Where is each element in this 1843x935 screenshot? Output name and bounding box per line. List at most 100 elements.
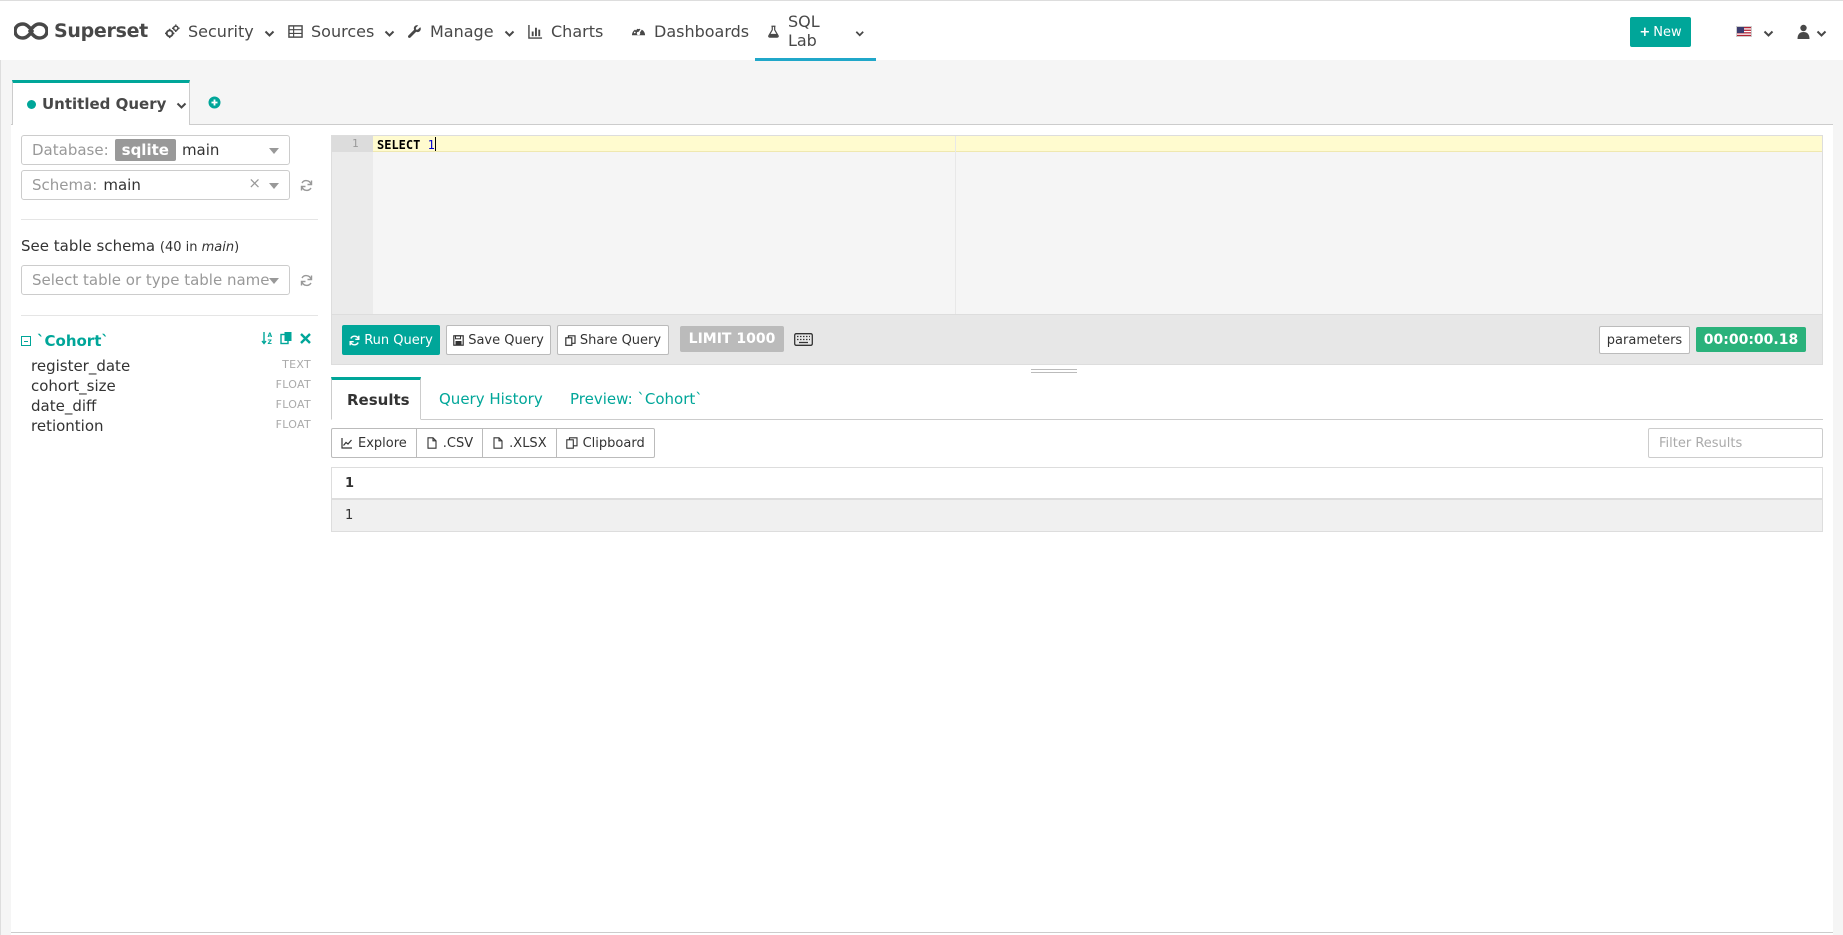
database-select-placeholder: Database: xyxy=(32,141,109,159)
nav-sql-lab-label: SQL Lab xyxy=(787,12,820,50)
table-cell: 1 xyxy=(345,508,354,523)
clear-icon[interactable]: × xyxy=(248,174,261,192)
editor-gutter xyxy=(332,136,373,314)
file-icon xyxy=(493,437,503,449)
query-status-dot xyxy=(27,99,36,109)
gears-icon xyxy=(165,23,180,38)
sidebar-divider xyxy=(21,219,318,220)
column-row: cohort_size FLOAT xyxy=(31,377,311,397)
xlsx-label: .XLSX xyxy=(509,435,547,451)
nav-dashboards-label: Dashboards xyxy=(654,21,750,41)
database-select[interactable]: Database: sqlite main xyxy=(21,135,290,165)
table-header: 1 xyxy=(332,468,1822,500)
sql-editor[interactable]: 1 SELECT 1 xyxy=(331,135,1823,315)
refresh-schema-icon[interactable] xyxy=(300,179,313,192)
explore-button[interactable]: Explore xyxy=(331,428,417,458)
column-name: retiontion xyxy=(31,417,104,435)
chevron-down-icon[interactable] xyxy=(176,100,187,111)
sort-columns-icon[interactable]: AZ xyxy=(261,331,274,345)
bar-chart-icon xyxy=(528,24,543,39)
database-backend-tag: sqlite xyxy=(114,139,176,161)
nav-security-label: Security xyxy=(188,21,254,41)
svg-text:A: A xyxy=(268,332,273,339)
column-name: cohort_size xyxy=(31,377,116,395)
close-icon[interactable] xyxy=(299,331,312,345)
plus-icon: + xyxy=(1639,24,1651,40)
table-icon xyxy=(288,24,303,38)
copy-select-icon[interactable] xyxy=(280,331,293,345)
save-query-button[interactable]: Save Query xyxy=(446,325,551,355)
copy-clipboard-button[interactable]: Clipboard xyxy=(555,428,655,458)
limit-dropdown[interactable]: LIMIT 1000 xyxy=(680,326,784,352)
nav-manage[interactable]: Manage xyxy=(407,1,515,61)
brand[interactable]: Superset xyxy=(14,17,148,45)
nav-sources[interactable]: Sources xyxy=(288,1,395,61)
share-query-label: Share Query xyxy=(579,332,662,348)
caret-down-icon xyxy=(269,278,279,284)
nav-charts-label: Charts xyxy=(551,21,604,41)
add-tab-icon[interactable] xyxy=(208,96,221,109)
text-cursor xyxy=(434,137,436,151)
download-xlsx-button[interactable]: .XLSX xyxy=(482,428,557,458)
table-count-schema: main xyxy=(201,240,235,255)
schema-select[interactable]: Schema: main × xyxy=(21,170,290,200)
tab-results[interactable]: Results xyxy=(331,377,421,420)
sql-keyword: SELECT xyxy=(377,138,421,152)
column-type: FLOAT xyxy=(275,378,311,391)
sql-literal: 1 xyxy=(427,138,435,152)
column-header[interactable]: 1 xyxy=(345,476,354,491)
column-type: TEXT xyxy=(282,358,311,371)
table-schema-header[interactable]: `Cohort` xyxy=(21,332,109,350)
table-count-prefix: (40 in xyxy=(159,240,202,255)
new-button-label: New xyxy=(1653,24,1682,40)
chevron-down-icon[interactable] xyxy=(1763,28,1774,39)
see-table-schema-text: See table schema xyxy=(21,237,156,255)
nav-charts[interactable]: Charts xyxy=(528,1,603,61)
wrench-icon xyxy=(407,24,421,38)
filter-results-input[interactable] xyxy=(1648,428,1823,458)
parameters-label: parameters xyxy=(1606,332,1683,348)
tab-query-history[interactable]: Query History xyxy=(424,377,558,420)
active-line-highlight xyxy=(373,136,1822,152)
query-tab-untitled[interactable]: Untitled Query xyxy=(12,80,190,125)
code-line[interactable]: SELECT 1 xyxy=(377,137,436,152)
flask-icon xyxy=(768,25,779,38)
refresh-tables-icon[interactable] xyxy=(300,274,313,287)
explore-label: Explore xyxy=(358,435,407,451)
caret-down-icon xyxy=(269,148,279,154)
clipboard-icon xyxy=(565,437,578,449)
table-select[interactable]: Select table or type table name xyxy=(21,265,290,295)
chevron-down-icon xyxy=(855,30,864,36)
svg-text:Z: Z xyxy=(268,339,273,345)
csv-label: .CSV xyxy=(442,435,474,451)
column-row: date_diff FLOAT xyxy=(31,397,311,417)
keyboard-icon[interactable] xyxy=(794,333,813,346)
us-flag-icon[interactable] xyxy=(1736,26,1752,37)
table-actions: AZ xyxy=(261,331,312,345)
nav-sql-lab[interactable]: SQL Lab xyxy=(755,1,876,61)
top-navbar: Superset Security Sources Manage Charts … xyxy=(0,0,1843,61)
run-query-button[interactable]: Run Query xyxy=(342,325,440,355)
dashboard-gauge-icon xyxy=(631,26,646,35)
chevron-down-icon xyxy=(385,30,395,37)
schema-select-value: main xyxy=(103,176,141,194)
table-select-placeholder: Select table or type table name xyxy=(32,271,270,289)
chevron-down-icon[interactable] xyxy=(1816,28,1827,39)
collapse-icon[interactable] xyxy=(21,336,31,346)
query-tab-label: Untitled Query xyxy=(42,95,167,113)
tab-query-history-label: Query History xyxy=(439,389,543,408)
new-button[interactable]: + New xyxy=(1630,17,1691,47)
column-type: FLOAT xyxy=(275,418,311,431)
schema-select-placeholder: Schema: xyxy=(32,176,98,194)
share-query-button[interactable]: Share Query xyxy=(557,325,669,355)
download-csv-button[interactable]: .CSV xyxy=(415,428,484,458)
chevron-down-icon xyxy=(504,30,514,37)
tab-preview-cohort[interactable]: Preview: `Cohort` xyxy=(555,377,718,420)
line-number: 1 xyxy=(352,137,359,150)
parameters-button[interactable]: parameters xyxy=(1599,326,1690,354)
nav-security[interactable]: Security xyxy=(165,1,275,61)
nav-dashboards[interactable]: Dashboards xyxy=(631,1,749,61)
user-icon[interactable] xyxy=(1797,24,1810,39)
file-icon xyxy=(427,437,437,449)
resize-handle[interactable] xyxy=(1031,369,1077,373)
